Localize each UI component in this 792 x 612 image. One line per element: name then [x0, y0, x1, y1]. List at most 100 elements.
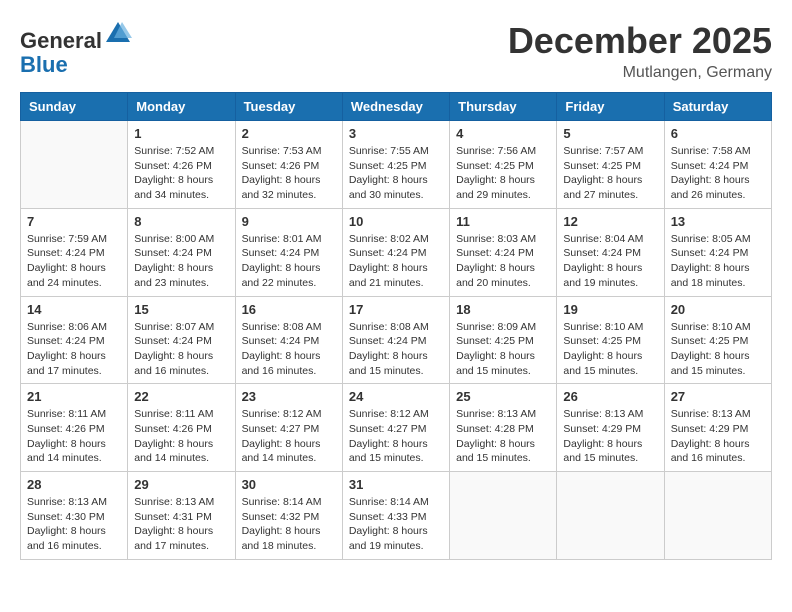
calendar-cell: 8Sunrise: 8:00 AMSunset: 4:24 PMDaylight… [128, 208, 235, 296]
calendar-cell: 26 Sunrise: 8:13 AMSunset: 4:29 PMDayligh… [557, 384, 664, 472]
calendar-cell: 25 Sunrise: 8:13 AMSunset: 4:28 PMDayligh… [450, 384, 557, 472]
logo: General Blue [20, 20, 132, 77]
day-number: 25 [456, 389, 550, 404]
calendar-week-row: 14 Sunrise: 8:06 AMSunset: 4:24 PMDayligh… [21, 296, 772, 384]
day-info: Sunrise: 8:13 AMSunset: 4:29 PMDaylight:… [671, 407, 765, 466]
day-number: 10 [349, 214, 443, 229]
calendar-cell [557, 472, 664, 560]
logo-icon [104, 20, 132, 48]
day-number: 28 [27, 477, 121, 492]
day-number: 2 [242, 126, 336, 141]
day-number: 22 [134, 389, 228, 404]
day-info: Sunrise: 8:10 AMSunset: 4:25 PMDaylight:… [563, 320, 657, 379]
calendar-cell: 27 Sunrise: 8:13 AMSunset: 4:29 PMDayligh… [664, 384, 771, 472]
calendar-cell [21, 121, 128, 209]
day-number: 11 [456, 214, 550, 229]
calendar-cell: 22 Sunrise: 8:11 AMSunset: 4:26 PMDayligh… [128, 384, 235, 472]
calendar-cell: 24 Sunrise: 8:12 AMSunset: 4:27 PMDayligh… [342, 384, 449, 472]
calendar-cell: 3 Sunrise: 7:55 AMSunset: 4:25 PMDaylight… [342, 121, 449, 209]
day-info: Sunrise: 8:11 AMSunset: 4:26 PMDaylight:… [134, 407, 228, 466]
calendar-week-row: 7Sunrise: 7:59 AMSunset: 4:24 PMDaylight… [21, 208, 772, 296]
calendar-cell [664, 472, 771, 560]
day-info: Sunrise: 8:02 AMSunset: 4:24 PMDaylight:… [349, 232, 443, 291]
column-header-sunday: Sunday [21, 93, 128, 121]
month-title: December 2025 [508, 20, 772, 62]
title-block: December 2025 Mutlangen, Germany [508, 20, 772, 82]
calendar-cell: 29 Sunrise: 8:13 AMSunset: 4:31 PMDayligh… [128, 472, 235, 560]
calendar-cell: 18 Sunrise: 8:09 AMSunset: 4:25 PMDayligh… [450, 296, 557, 384]
calendar-week-row: 28 Sunrise: 8:13 AMSunset: 4:30 PMDayligh… [21, 472, 772, 560]
day-info: Sunrise: 8:01 AMSunset: 4:24 PMDaylight:… [242, 232, 336, 291]
day-number: 17 [349, 302, 443, 317]
calendar-cell: 23Sunrise: 8:12 AMSunset: 4:27 PMDayligh… [235, 384, 342, 472]
column-header-friday: Friday [557, 93, 664, 121]
day-number: 29 [134, 477, 228, 492]
day-info: Sunrise: 7:57 AMSunset: 4:25 PMDaylight:… [563, 144, 657, 203]
day-info: Sunrise: 8:09 AMSunset: 4:25 PMDaylight:… [456, 320, 550, 379]
location-title: Mutlangen, Germany [508, 64, 772, 82]
day-number: 3 [349, 126, 443, 141]
calendar-cell: 6Sunrise: 7:58 AMSunset: 4:24 PMDaylight… [664, 121, 771, 209]
day-number: 31 [349, 477, 443, 492]
day-number: 21 [27, 389, 121, 404]
calendar-cell: 31Sunrise: 8:14 AMSunset: 4:33 PMDayligh… [342, 472, 449, 560]
day-number: 15 [134, 302, 228, 317]
calendar-cell [450, 472, 557, 560]
day-number: 18 [456, 302, 550, 317]
day-info: Sunrise: 8:13 AMSunset: 4:29 PMDaylight:… [563, 407, 657, 466]
day-info: Sunrise: 8:13 AMSunset: 4:28 PMDaylight:… [456, 407, 550, 466]
day-number: 12 [563, 214, 657, 229]
day-number: 30 [242, 477, 336, 492]
day-info: Sunrise: 7:56 AMSunset: 4:25 PMDaylight:… [456, 144, 550, 203]
calendar-week-row: 1 Sunrise: 7:52 AMSunset: 4:26 PMDaylight… [21, 121, 772, 209]
day-number: 19 [563, 302, 657, 317]
calendar-cell: 1 Sunrise: 7:52 AMSunset: 4:26 PMDaylight… [128, 121, 235, 209]
day-number: 26 [563, 389, 657, 404]
calendar-cell: 7Sunrise: 7:59 AMSunset: 4:24 PMDaylight… [21, 208, 128, 296]
calendar-cell: 14 Sunrise: 8:06 AMSunset: 4:24 PMDayligh… [21, 296, 128, 384]
day-info: Sunrise: 8:13 AMSunset: 4:30 PMDaylight:… [27, 495, 121, 554]
calendar-cell: 12Sunrise: 8:04 AMSunset: 4:24 PMDayligh… [557, 208, 664, 296]
day-number: 14 [27, 302, 121, 317]
day-info: Sunrise: 8:11 AMSunset: 4:26 PMDaylight:… [27, 407, 121, 466]
calendar-week-row: 21 Sunrise: 8:11 AMSunset: 4:26 PMDayligh… [21, 384, 772, 472]
day-info: Sunrise: 8:12 AMSunset: 4:27 PMDaylight:… [349, 407, 443, 466]
calendar-cell: 5 Sunrise: 7:57 AMSunset: 4:25 PMDaylight… [557, 121, 664, 209]
column-header-thursday: Thursday [450, 93, 557, 121]
column-header-monday: Monday [128, 93, 235, 121]
day-info: Sunrise: 8:00 AMSunset: 4:24 PMDaylight:… [134, 232, 228, 291]
day-number: 4 [456, 126, 550, 141]
calendar-cell: 2Sunrise: 7:53 AMSunset: 4:26 PMDaylight… [235, 121, 342, 209]
calendar-cell: 30 Sunrise: 8:14 AMSunset: 4:32 PMDayligh… [235, 472, 342, 560]
day-number: 24 [349, 389, 443, 404]
day-number: 13 [671, 214, 765, 229]
calendar-header-row: SundayMondayTuesdayWednesdayThursdayFrid… [21, 93, 772, 121]
day-info: Sunrise: 8:13 AMSunset: 4:31 PMDaylight:… [134, 495, 228, 554]
column-header-saturday: Saturday [664, 93, 771, 121]
day-number: 1 [134, 126, 228, 141]
day-info: Sunrise: 8:03 AMSunset: 4:24 PMDaylight:… [456, 232, 550, 291]
logo-blue: Blue [20, 52, 68, 77]
day-info: Sunrise: 7:52 AMSunset: 4:26 PMDaylight:… [134, 144, 228, 203]
column-header-tuesday: Tuesday [235, 93, 342, 121]
day-info: Sunrise: 7:58 AMSunset: 4:24 PMDaylight:… [671, 144, 765, 203]
day-info: Sunrise: 8:06 AMSunset: 4:24 PMDaylight:… [27, 320, 121, 379]
calendar-table: SundayMondayTuesdayWednesdayThursdayFrid… [20, 92, 772, 560]
day-info: Sunrise: 7:55 AMSunset: 4:25 PMDaylight:… [349, 144, 443, 203]
calendar-cell: 17 Sunrise: 8:08 AMSunset: 4:24 PMDayligh… [342, 296, 449, 384]
day-info: Sunrise: 8:14 AMSunset: 4:32 PMDaylight:… [242, 495, 336, 554]
day-number: 20 [671, 302, 765, 317]
calendar-cell: 16 Sunrise: 8:08 AMSunset: 4:24 PMDayligh… [235, 296, 342, 384]
day-info: Sunrise: 8:08 AMSunset: 4:24 PMDaylight:… [349, 320, 443, 379]
day-info: Sunrise: 8:05 AMSunset: 4:24 PMDaylight:… [671, 232, 765, 291]
calendar-cell: 10 Sunrise: 8:02 AMSunset: 4:24 PMDayligh… [342, 208, 449, 296]
calendar-cell: 15Sunrise: 8:07 AMSunset: 4:24 PMDayligh… [128, 296, 235, 384]
calendar-cell: 19 Sunrise: 8:10 AMSunset: 4:25 PMDayligh… [557, 296, 664, 384]
day-number: 27 [671, 389, 765, 404]
day-info: Sunrise: 8:10 AMSunset: 4:25 PMDaylight:… [671, 320, 765, 379]
day-info: Sunrise: 7:59 AMSunset: 4:24 PMDaylight:… [27, 232, 121, 291]
day-number: 16 [242, 302, 336, 317]
page-header: General Blue December 2025 Mutlangen, Ge… [20, 20, 772, 82]
day-number: 5 [563, 126, 657, 141]
day-info: Sunrise: 8:08 AMSunset: 4:24 PMDaylight:… [242, 320, 336, 379]
